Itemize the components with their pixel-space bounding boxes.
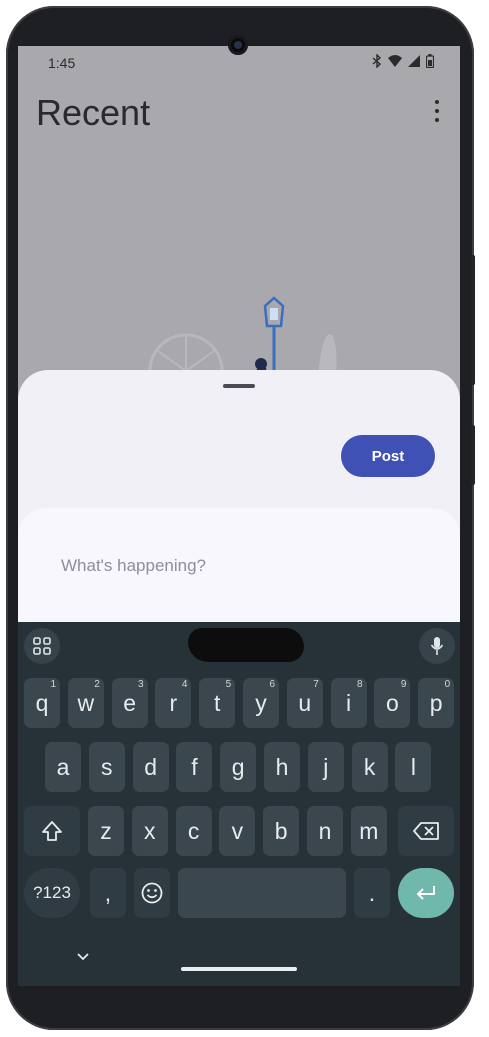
more-vert-icon[interactable] xyxy=(432,98,442,124)
front-camera xyxy=(228,35,248,55)
key-h[interactable]: h xyxy=(264,742,300,792)
key-hint: 7 xyxy=(313,679,319,690)
key-label: w xyxy=(77,689,95,716)
key-g[interactable]: g xyxy=(220,742,257,792)
suggestion-strip-redacted xyxy=(188,628,304,662)
key-hint: 4 xyxy=(181,679,188,690)
key-hint: 8 xyxy=(357,679,363,690)
drag-handle[interactable] xyxy=(223,384,255,388)
key-w[interactable]: w2 xyxy=(67,678,104,728)
comma-key[interactable]: , xyxy=(90,868,126,918)
key-b[interactable]: b xyxy=(263,806,300,856)
key-hint: 9 xyxy=(400,679,407,690)
keyboard: q1w2e3r4t5y6u7i8o9p0 asdfghjkl zxcvbnm ?… xyxy=(18,622,460,986)
key-m[interactable]: m xyxy=(350,806,387,856)
symbols-key[interactable]: ?123 xyxy=(24,868,80,918)
screen: 1:45 Recent Post What's happening? q 1 w… xyxy=(18,46,460,986)
enter-icon xyxy=(416,886,435,900)
key-p[interactable]: p0 xyxy=(418,678,455,728)
apps-grid-icon[interactable] xyxy=(24,628,60,664)
emoji-icon xyxy=(141,882,163,904)
mic-icon[interactable] xyxy=(419,628,455,664)
key-hint: 6 xyxy=(269,679,275,690)
key-o[interactable]: o9 xyxy=(374,678,411,728)
key-label: e xyxy=(123,689,136,716)
emoji-key[interactable] xyxy=(134,868,170,918)
key-label: i xyxy=(346,689,352,716)
key-y[interactable]: y6 xyxy=(243,678,279,728)
period-key[interactable]: . xyxy=(354,868,390,918)
post-button[interactable]: Post xyxy=(341,435,435,477)
key-z[interactable]: z xyxy=(88,806,124,856)
key-label: r xyxy=(169,689,178,716)
power-button xyxy=(471,425,475,485)
enter-key[interactable] xyxy=(398,868,454,918)
compose-input[interactable]: What's happening? xyxy=(61,556,206,576)
chevron-down-icon[interactable] xyxy=(76,952,90,962)
page-title: Recent xyxy=(36,92,151,133)
key-hint: 0 xyxy=(444,679,451,690)
key-label: t xyxy=(213,689,221,716)
key-l[interactable]: l xyxy=(395,742,432,792)
key-hint: 5 xyxy=(225,679,232,690)
key-label: u xyxy=(298,689,312,716)
key-hint: 1 xyxy=(50,679,56,690)
shift-icon xyxy=(42,821,62,841)
key-v[interactable]: v xyxy=(219,806,256,856)
key-u[interactable]: u7 xyxy=(286,678,323,728)
home-indicator[interactable] xyxy=(181,967,297,971)
key-t[interactable]: t5 xyxy=(199,678,236,728)
compose-area[interactable]: What's happening? xyxy=(18,508,460,638)
key-x[interactable]: x xyxy=(131,806,168,856)
space-key[interactable] xyxy=(178,868,346,918)
key-label: p xyxy=(429,689,443,716)
key-e[interactable]: e3 xyxy=(111,678,148,728)
key-a[interactable]: a xyxy=(45,742,81,792)
signal-icon xyxy=(408,55,420,67)
key-label: q xyxy=(35,689,49,716)
key-d[interactable]: d xyxy=(132,742,169,792)
key-i[interactable]: i8 xyxy=(330,678,367,728)
backspace-icon xyxy=(413,822,439,840)
key-r[interactable]: r4 xyxy=(155,678,192,728)
key-s[interactable]: s xyxy=(88,742,125,792)
key-n[interactable]: n xyxy=(307,806,343,856)
key-q[interactable]: q1 xyxy=(24,678,60,728)
key-hint: 3 xyxy=(138,679,144,690)
backspace-key[interactable] xyxy=(398,806,454,856)
key-hint: 2 xyxy=(94,679,100,690)
key-f[interactable]: f xyxy=(176,742,213,792)
status-time: 1:45 xyxy=(48,55,76,71)
wifi-icon xyxy=(388,55,402,67)
bluetooth-icon xyxy=(372,54,382,68)
volume-button xyxy=(471,255,475,385)
key-label: y xyxy=(255,689,267,716)
battery-icon xyxy=(426,54,434,68)
status-icons xyxy=(372,54,434,68)
compose-sheet: Post What's happening? xyxy=(18,370,460,638)
shift-key[interactable] xyxy=(24,806,80,856)
key-k[interactable]: k xyxy=(351,742,388,792)
key-label: o xyxy=(385,689,399,716)
key-j[interactable]: j xyxy=(307,742,344,792)
empty-state-illustration xyxy=(148,296,337,376)
key-c[interactable]: c xyxy=(175,806,212,856)
